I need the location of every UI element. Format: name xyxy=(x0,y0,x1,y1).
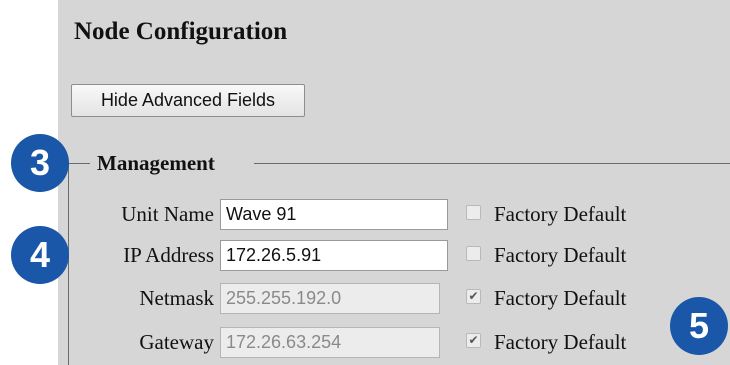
step-badge-3: 3 xyxy=(11,134,69,192)
ip-address-input[interactable]: 172.26.5.91 xyxy=(220,240,448,271)
ip-address-factory-default-label: Factory Default xyxy=(494,243,627,267)
fieldset-border-left-top xyxy=(68,163,90,164)
netmask-factory-default-checkbox[interactable]: ✔ xyxy=(466,289,481,304)
netmask-input[interactable]: 255.255.192.0 xyxy=(220,283,440,314)
unit-name-label: Unit Name xyxy=(121,202,214,226)
gateway-label: Gateway xyxy=(139,330,214,354)
gateway-input[interactable]: 172.26.63.254 xyxy=(220,327,440,358)
page-title: Node Configuration xyxy=(74,18,288,45)
management-legend: Management xyxy=(97,151,215,175)
fieldset-border-left xyxy=(68,163,69,365)
netmask-factory-default-label: Factory Default xyxy=(494,286,627,310)
fieldset-border-right-top xyxy=(254,163,730,164)
unit-name-factory-default-checkbox[interactable] xyxy=(466,205,481,220)
unit-name-input[interactable]: Wave 91 xyxy=(220,199,448,230)
gateway-factory-default-checkbox[interactable]: ✔ xyxy=(466,333,481,348)
unit-name-factory-default-label: Factory Default xyxy=(494,202,627,226)
netmask-label: Netmask xyxy=(139,286,214,310)
hide-advanced-fields-button[interactable]: Hide Advanced Fields xyxy=(71,84,305,117)
step-badge-4: 4 xyxy=(11,226,69,284)
ip-address-label: IP Address xyxy=(123,243,214,267)
gateway-factory-default-label: Factory Default xyxy=(494,330,627,354)
ip-address-factory-default-checkbox[interactable] xyxy=(466,246,481,261)
step-badge-5: 5 xyxy=(670,297,728,355)
